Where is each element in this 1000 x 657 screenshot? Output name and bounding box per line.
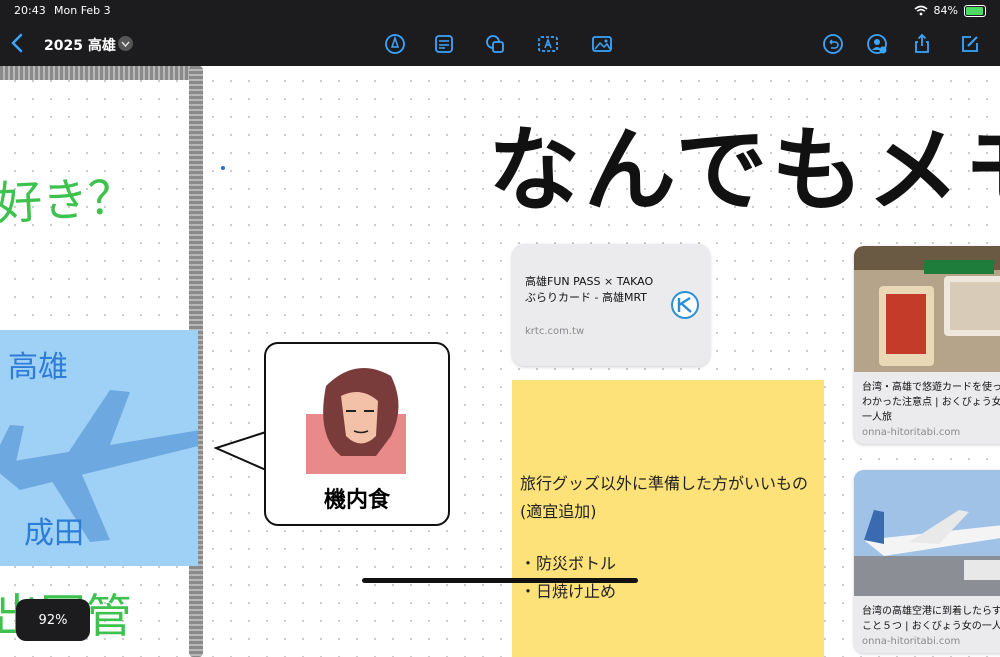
shapes-icon: [486, 35, 504, 53]
new-board-button[interactable]: [959, 33, 981, 55]
shapes-tool-button[interactable]: [484, 33, 506, 55]
flight-image-card[interactable]: 高雄 成田: [0, 330, 198, 566]
share-button[interactable]: [911, 33, 933, 55]
status-bar: 20:43 Mon Feb 3 84%: [0, 0, 1000, 22]
media-tool-button[interactable]: [591, 33, 613, 55]
pen-tool-button[interactable]: [384, 33, 406, 55]
collaborator-icon: [867, 34, 887, 54]
handwritten-heading[interactable]: なんでもメモ: [488, 96, 1000, 229]
photo-icon: [592, 36, 612, 52]
article-1-title: 台湾・高雄で悠遊カードを使ってわかった注意点 | おくびょう女の一人旅: [862, 382, 1000, 423]
text-box-icon: [435, 35, 453, 53]
wifi-icon: [914, 5, 928, 16]
undo-button[interactable]: [822, 33, 844, 55]
collaborate-button[interactable]: [866, 33, 888, 55]
link-card-domain: krtc.com.tw: [525, 326, 585, 337]
back-button[interactable]: [10, 33, 24, 57]
status-right: 84%: [914, 4, 986, 17]
share-icon: [915, 33, 929, 53]
toolbar: 2025 高雄: [0, 22, 1000, 66]
article-photo-store: [854, 246, 1000, 372]
selection-dot: [221, 166, 225, 170]
zoom-indicator[interactable]: 92%: [16, 599, 90, 641]
link-card-article-2[interactable]: 台湾の高雄空港に到着したらすること５つ | おくびょう女の一人旅 onna-hi…: [854, 470, 1000, 653]
text-tool-button[interactable]: [537, 33, 559, 55]
status-time: 20:43: [14, 4, 46, 17]
speech-bubble[interactable]: 機内食: [264, 342, 450, 526]
link-card-article-1[interactable]: 台湾・高雄で悠遊カードを使ってわかった注意点 | おくびょう女の一人旅 onna…: [854, 246, 1000, 444]
board-canvas[interactable]: 好き？ 高雄 成田 出国管 なんでもメモ 機内食 高雄FUN PASS × TA…: [0, 66, 1000, 657]
battery-icon: [964, 4, 986, 17]
text-box-tool-button[interactable]: [433, 33, 455, 55]
title-menu-button[interactable]: [118, 36, 133, 51]
handwriting-green-top[interactable]: 好き？: [0, 160, 136, 233]
bubble-label: 機内食: [323, 488, 390, 513]
speech-bubble-tail: [214, 431, 267, 471]
city-label-kaohsiung: 高雄: [8, 350, 68, 385]
link-card-krtc[interactable]: 高雄FUN PASS × TAKAOぶらりカード - 高雄MRT krtc.co…: [512, 244, 710, 366]
pen-icon: [385, 34, 405, 54]
compose-icon: [962, 36, 978, 52]
sticky-bullet-1: ・防災ボトル: [520, 554, 617, 573]
text-frame-icon: [538, 36, 558, 52]
undo-icon: [823, 34, 843, 54]
sticky-note[interactable]: 旅行グッズ以外に準備した方がいいもの (適宜追加) ・防災ボトル ・日焼け止め: [512, 380, 824, 657]
city-label-narita: 成田: [24, 516, 84, 551]
chevron-down-icon: [121, 41, 130, 47]
article-2-domain: onna-hitoritabi.com: [862, 636, 961, 647]
status-date: Mon Feb 3: [54, 4, 111, 17]
link-card-title: 高雄FUN PASS × TAKAOぶらりカード - 高雄MRT: [525, 275, 654, 304]
home-indicator[interactable]: [362, 578, 638, 583]
article-2-title: 台湾の高雄空港に到着したらすること５つ | おくびょう女の一人旅: [862, 606, 1000, 632]
frame-border-top: [0, 66, 200, 80]
chevron-left-icon: [11, 33, 23, 53]
article-photo-airplane: [854, 470, 1000, 596]
battery-percent: 84%: [933, 4, 958, 17]
illustration-face-icon: [306, 368, 406, 474]
sticky-note-text: 旅行グッズ以外に準備した方がいいもの (適宜追加): [520, 474, 809, 521]
board-title[interactable]: 2025 高雄: [44, 35, 116, 55]
krtc-logo-icon: [671, 291, 699, 319]
article-1-domain: onna-hitoritabi.com: [862, 427, 961, 438]
